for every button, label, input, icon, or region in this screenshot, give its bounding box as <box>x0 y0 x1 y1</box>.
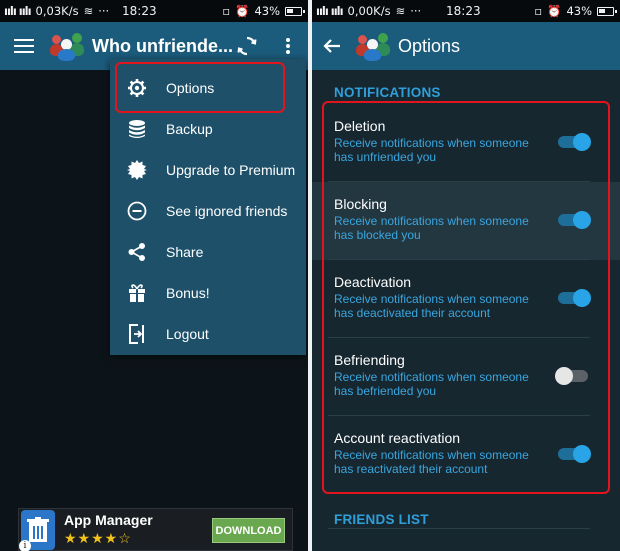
friends-list-section-header: FRIENDS LIST <box>334 512 429 527</box>
more-notifications-icon: ··· <box>98 4 110 18</box>
option-title: Deletion <box>334 118 386 134</box>
menu-item-bonus[interactable]: Bonus! <box>110 272 306 313</box>
clock: 18:23 <box>446 4 481 18</box>
option-deactivation[interactable]: Deactivation Receive notifications when … <box>312 260 620 338</box>
option-deletion[interactable]: Deletion Receive notifications when some… <box>312 104 620 182</box>
hamburger-menu-icon[interactable] <box>14 39 34 53</box>
database-icon <box>126 118 148 140</box>
menu-item-options[interactable]: Options <box>110 67 306 108</box>
network-speed: 0,03K/s <box>35 4 79 18</box>
back-arrow-icon[interactable] <box>322 36 342 56</box>
option-title: Befriending <box>334 352 405 368</box>
menu-item-logout[interactable]: Logout <box>110 313 306 354</box>
nfc-icon: ▫ <box>222 4 231 18</box>
menu-item-ignored-friends[interactable]: See ignored friends <box>110 190 306 231</box>
notifications-section-header: NOTIFICATIONS <box>334 85 441 100</box>
ad-info-icon[interactable]: i <box>19 540 31 551</box>
option-blocking[interactable]: Blocking Receive notifications when some… <box>312 182 620 260</box>
option-description: Receive notifications when someone has b… <box>334 370 529 398</box>
menu-label: Upgrade to Premium <box>166 161 296 178</box>
badge-icon <box>126 159 148 181</box>
battery-percent: 43% <box>254 4 280 18</box>
ad-download-button[interactable]: DOWNLOAD <box>212 518 285 543</box>
signal-icon: ıılı ıılı <box>316 4 344 18</box>
app-logo-icon <box>356 31 392 61</box>
option-title: Account reactivation <box>334 430 461 446</box>
screen-title: Options <box>398 35 461 56</box>
option-title: Deactivation <box>334 274 412 290</box>
option-befriending[interactable]: Befriending Receive notifications when s… <box>312 338 620 416</box>
battery-icon <box>285 6 305 16</box>
ad-rating-stars: ★★★★☆ <box>64 530 132 546</box>
main-screen: ıılı ıılı 0,03K/s ≋ ··· 18:23 ▫ ⏰ 43% Wh… <box>0 0 308 551</box>
overflow-menu-icon[interactable] <box>286 38 290 54</box>
menu-item-upgrade[interactable]: Upgrade to Premium <box>110 149 306 190</box>
account-reactivation-toggle[interactable] <box>558 445 591 463</box>
menu-label: Options <box>166 79 215 96</box>
app-bar: Options <box>312 22 620 70</box>
menu-label: Share <box>166 243 204 260</box>
option-description: Receive notifications when someone has d… <box>334 292 529 320</box>
menu-item-backup[interactable]: Backup <box>110 108 306 149</box>
app-title: Who unfriende... <box>92 35 233 56</box>
gear-icon <box>126 77 148 99</box>
menu-label: Logout <box>166 325 209 342</box>
menu-label: Bonus! <box>166 284 210 301</box>
deactivation-toggle[interactable] <box>558 289 591 307</box>
menu-label: Backup <box>166 120 213 137</box>
deletion-toggle[interactable] <box>558 133 591 151</box>
network-speed: 0,00K/s <box>347 4 391 18</box>
battery-icon <box>597 6 617 16</box>
more-notifications-icon: ··· <box>410 4 422 18</box>
status-bar: ıılı ıılı 0,00K/s ≋ ··· 18:23 ▫ ⏰ 43% <box>312 0 620 22</box>
gift-icon <box>126 282 148 304</box>
wifi-icon: ≋ <box>395 4 406 18</box>
ad-banner[interactable]: App Manager ★★★★☆ DOWNLOAD i <box>18 508 293 551</box>
ad-title: App Manager <box>64 512 153 528</box>
status-bar: ıılı ıılı 0,03K/s ≋ ··· 18:23 ▫ ⏰ 43% <box>0 0 308 22</box>
blocking-toggle[interactable] <box>558 211 591 229</box>
wifi-icon: ≋ <box>83 4 94 18</box>
share-icon <box>126 241 148 263</box>
option-description: Receive notifications when someone has b… <box>334 214 529 242</box>
menu-item-share[interactable]: Share <box>110 231 306 272</box>
befriending-toggle[interactable] <box>555 367 588 385</box>
battery-percent: 43% <box>566 4 592 18</box>
overflow-popup-menu: Options Backup Upgrade to Premium See ig… <box>110 59 306 355</box>
signal-icon: ıılı ıılı <box>4 4 32 18</box>
options-screen: ıılı ıılı 0,00K/s ≋ ··· 18:23 ▫ ⏰ 43% Op… <box>312 0 620 551</box>
alarm-icon: ⏰ <box>235 4 250 18</box>
alarm-icon: ⏰ <box>547 4 562 18</box>
option-description: Receive notifications when someone has u… <box>334 136 529 164</box>
refresh-icon[interactable] <box>236 35 258 57</box>
app-logo-icon <box>50 31 86 61</box>
option-title: Blocking <box>334 196 387 212</box>
menu-label: See ignored friends <box>166 202 288 219</box>
clock: 18:23 <box>122 4 157 18</box>
option-description: Receive notifications when someone has r… <box>334 448 529 476</box>
nfc-icon: ▫ <box>534 4 543 18</box>
minus-circle-icon <box>126 200 148 222</box>
option-account-reactivation[interactable]: Account reactivation Receive notificatio… <box>312 416 620 494</box>
section-divider <box>328 528 590 529</box>
logout-icon <box>126 323 148 345</box>
